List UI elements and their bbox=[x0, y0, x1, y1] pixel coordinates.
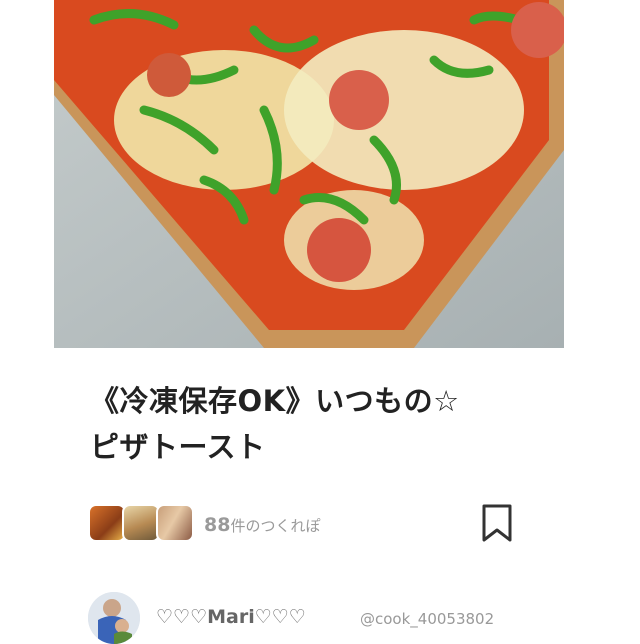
author-name[interactable]: ♡♡♡Mari♡♡♡ bbox=[156, 606, 306, 628]
recipe-title[interactable]: 《冷凍保存OK》いつもの☆ ピザトースト bbox=[90, 378, 550, 470]
recipe-title-line-2: ピザトースト bbox=[90, 430, 266, 464]
report-count-label: 件のつくれぽ bbox=[230, 517, 321, 535]
report-thumbnail-2 bbox=[122, 504, 160, 542]
report-thumbnail-1 bbox=[88, 504, 126, 542]
recipe-title-line-1: 《冷凍保存OK》いつもの☆ bbox=[90, 384, 460, 418]
report-count[interactable]: 88件のつくれぽ bbox=[204, 514, 320, 536]
bookmark-button[interactable] bbox=[480, 504, 514, 544]
report-row: 88件のつくれぽ bbox=[88, 500, 518, 546]
pizza-toast-image bbox=[54, 0, 564, 348]
recipe-photo[interactable] bbox=[54, 0, 564, 348]
avatar-photo-icon bbox=[88, 592, 140, 644]
author-avatar[interactable] bbox=[88, 592, 140, 644]
author-row[interactable]: ♡♡♡Mari♡♡♡ @cook_40053802 bbox=[88, 592, 558, 644]
bookmark-icon bbox=[482, 504, 512, 542]
author-handle: @cook_40053802 bbox=[360, 610, 495, 628]
report-count-number: 88 bbox=[204, 514, 231, 536]
report-thumbnail-3 bbox=[156, 504, 194, 542]
